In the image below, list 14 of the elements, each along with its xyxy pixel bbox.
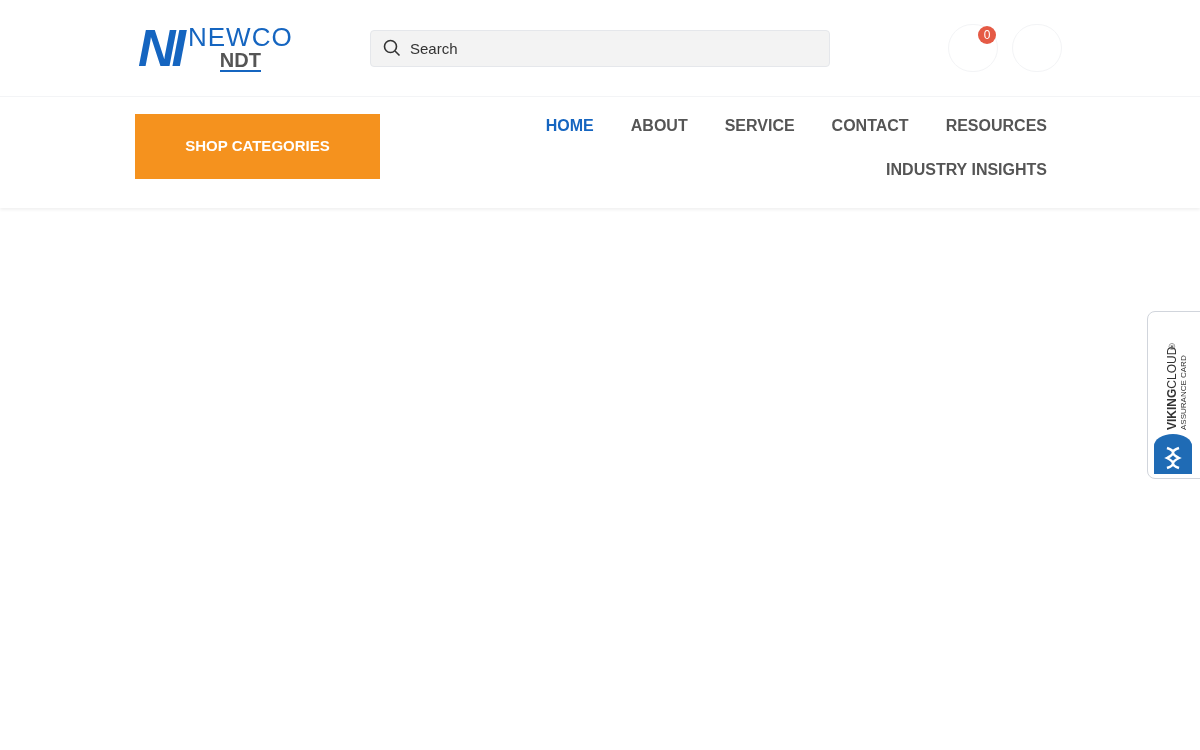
- logo-subtitle: NDT: [219, 50, 261, 72]
- search-field[interactable]: Search: [370, 29, 830, 67]
- nav-link[interactable]: CONTACT: [831, 114, 909, 138]
- nav-link[interactable]: INDUSTRY INSIGHTS: [886, 158, 1047, 182]
- badge-caption: ASSURANCE CARD: [1180, 354, 1188, 430]
- nav-link[interactable]: HOME: [545, 114, 594, 138]
- nav-link[interactable]: SERVICE: [724, 114, 795, 138]
- helix-icon: [1154, 434, 1192, 474]
- logo-mark: NI: [138, 22, 182, 74]
- nav-link[interactable]: RESOURCES: [945, 114, 1047, 138]
- search-icon: [383, 38, 401, 57]
- nav-link[interactable]: ABOUT: [630, 114, 688, 138]
- logo-name: NEWCO: [188, 24, 293, 50]
- cart-count-badge: 0: [978, 26, 996, 44]
